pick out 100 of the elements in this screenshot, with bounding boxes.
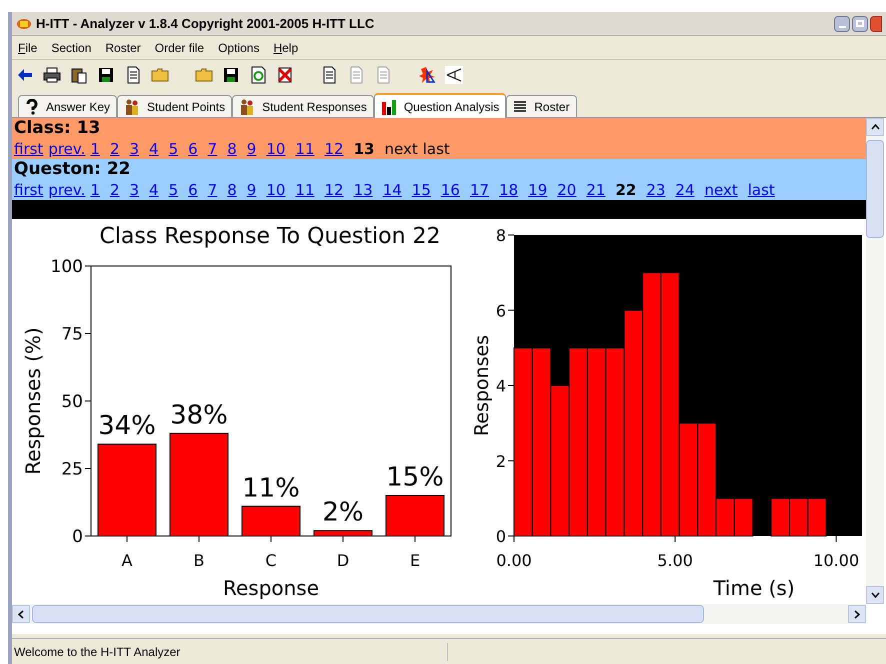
tab[interactable]: Roster [506, 95, 577, 117]
page-link[interactable]: 20 [557, 180, 576, 200]
scroll-thumb[interactable] [866, 140, 884, 238]
folder-icon[interactable] [195, 66, 213, 84]
tab[interactable]: Answer Key [18, 95, 118, 117]
page-link[interactable]: first [14, 139, 44, 159]
page-link[interactable]: 8 [227, 180, 237, 200]
scroll-thumb[interactable] [32, 605, 704, 623]
chart-title: Class Response To Question 22 [99, 224, 441, 249]
page-link[interactable]: 19 [528, 180, 548, 200]
page-link[interactable]: 1 [90, 180, 100, 200]
scroll-up-button[interactable] [866, 118, 884, 136]
tab[interactable]: Student Points [117, 95, 232, 117]
page-link[interactable]: prev. [48, 139, 86, 159]
page-link[interactable]: 18 [499, 180, 518, 200]
refresh-icon[interactable] [249, 66, 267, 84]
menu-item[interactable]: Roster [103, 38, 143, 56]
section-heading: Class: 13 [14, 118, 102, 139]
y-tick: 4 [496, 376, 514, 396]
list-icon [513, 100, 528, 114]
page-link[interactable]: 2 [110, 180, 120, 200]
x-tick: D [336, 536, 350, 570]
page-link[interactable]: 14 [382, 180, 402, 200]
value-label: 15% [386, 462, 444, 492]
menu-item[interactable]: Order file [152, 38, 206, 56]
y-tick: 6 [496, 301, 514, 320]
y-axis-label: Responses (%) [21, 327, 45, 475]
people-icon [239, 98, 256, 114]
bar [789, 498, 808, 536]
y-tick-label: 2 [496, 452, 506, 471]
value-label: 34% [98, 411, 156, 442]
maximize-button[interactable] [852, 16, 868, 32]
page-link[interactable]: first [14, 180, 44, 200]
page-link[interactable]: prev. [48, 180, 86, 200]
page-link[interactable]: 6 [188, 139, 198, 159]
page-link[interactable]: 12 [324, 180, 344, 200]
x-tick: 5.00 [657, 536, 693, 570]
tab[interactable]: Student Responses [232, 95, 374, 117]
page-link[interactable]: 5 [168, 180, 178, 200]
y-tick: 2 [496, 452, 514, 471]
menu-item[interactable]: File [16, 38, 40, 56]
menu-item[interactable]: Help [271, 38, 300, 56]
page-link[interactable]: 24 [675, 180, 694, 200]
page-link[interactable]: 11 [295, 139, 314, 159]
bar [807, 498, 827, 536]
bar-chart-icon [380, 98, 397, 114]
scroll-left-button[interactable] [12, 605, 30, 623]
page-link[interactable]: next [704, 180, 738, 200]
page-link[interactable]: 3 [129, 139, 140, 159]
page-link[interactable]: 10 [266, 139, 286, 159]
vertical-scrollbar[interactable] [866, 118, 884, 604]
page-link[interactable]: 7 [208, 139, 218, 159]
page-link[interactable]: 6 [188, 180, 198, 200]
y-tick-label: 25 [61, 460, 83, 480]
bar [770, 498, 790, 536]
page-link[interactable]: 13 [354, 180, 373, 200]
page-link[interactable]: 12 [324, 139, 344, 159]
tab[interactable]: Question Analysis [374, 93, 506, 118]
y-tick: 0 [496, 527, 514, 546]
printer-icon[interactable] [43, 66, 61, 84]
minimize-button[interactable] [834, 16, 850, 32]
page-link[interactable]: 7 [208, 180, 218, 200]
page-link[interactable]: 9 [246, 180, 256, 200]
page-link[interactable]: last [748, 180, 775, 200]
y-tick: 100 [50, 257, 92, 277]
y-tick: 50 [61, 392, 92, 412]
delete-icon[interactable] [276, 66, 294, 84]
menu-item[interactable]: Options [216, 38, 262, 56]
page-link[interactable]: 9 [246, 139, 256, 159]
clipboard-icon[interactable] [70, 66, 88, 84]
folder-icon[interactable] [151, 66, 169, 84]
menu-item[interactable]: Section [49, 38, 94, 56]
status-text: Welcome to the H-ITT Analyzer [12, 642, 448, 660]
page-link[interactable]: 17 [470, 180, 490, 200]
close-button[interactable] [870, 16, 882, 32]
page-link[interactable]: 1 [90, 139, 100, 159]
page-link[interactable]: 16 [440, 180, 460, 200]
page-link[interactable]: 21 [586, 180, 606, 200]
page-link[interactable]: 4 [149, 180, 159, 200]
page-link[interactable]: 5 [168, 139, 178, 159]
x-tick-label: A [122, 551, 133, 570]
page-link[interactable]: 8 [227, 139, 237, 159]
page-link[interactable]: 4 [149, 139, 159, 159]
page-link[interactable]: 3 [129, 180, 140, 200]
page-link[interactable]: 23 [646, 180, 666, 200]
x-tick: B [194, 536, 204, 570]
bar [242, 506, 300, 536]
page-link[interactable]: 10 [266, 180, 286, 200]
horizontal-scrollbar[interactable] [12, 604, 866, 624]
y-tick-label: 6 [496, 301, 506, 320]
value-label: 11% [242, 473, 300, 504]
page-link[interactable]: 2 [110, 139, 120, 159]
scroll-right-button[interactable] [848, 605, 866, 623]
burst-icon[interactable] [418, 66, 436, 84]
x-tick-label: 10.00 [813, 551, 860, 570]
angle-icon[interactable] [445, 66, 463, 84]
scroll-down-button[interactable] [866, 586, 884, 604]
x-axis-label: Response [222, 576, 320, 599]
page-link[interactable]: 15 [412, 180, 431, 200]
page-link[interactable]: 11 [295, 180, 314, 200]
